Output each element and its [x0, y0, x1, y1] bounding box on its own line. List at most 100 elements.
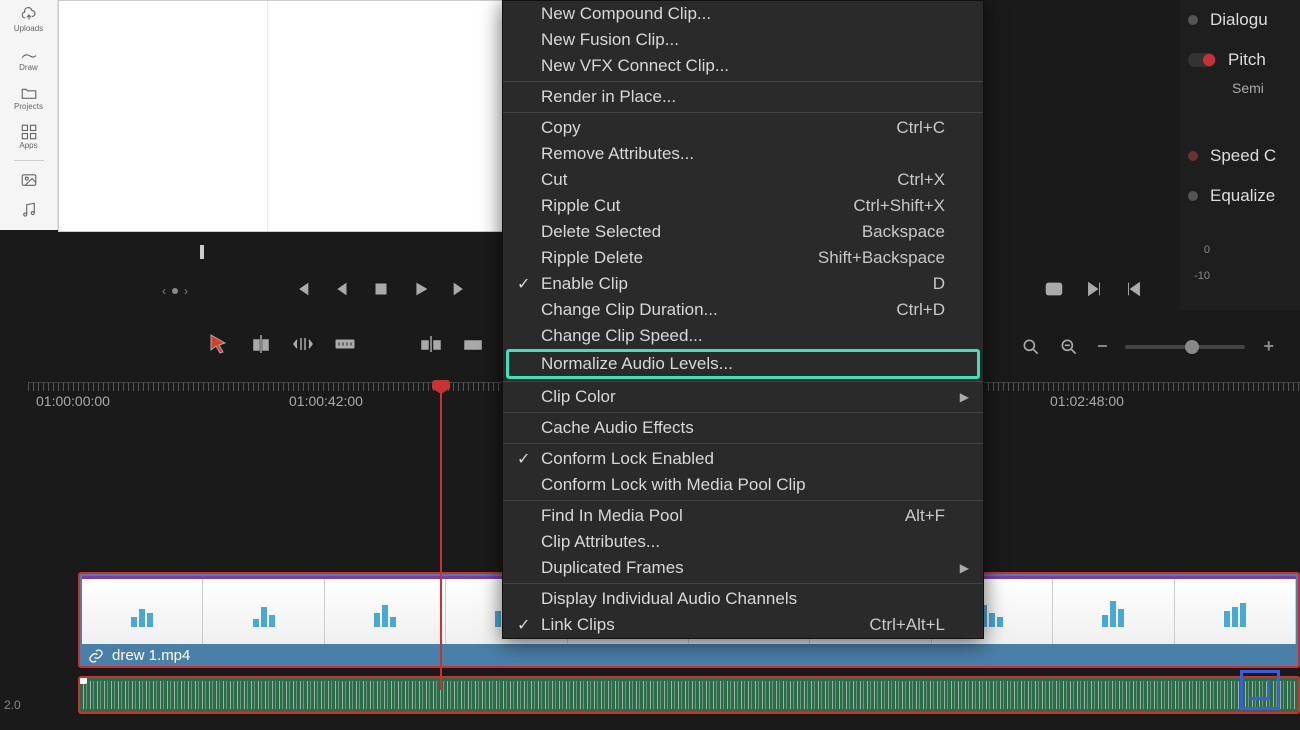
step-back-icon[interactable] — [330, 278, 352, 300]
zoom-out-button[interactable]: − — [1097, 336, 1108, 357]
insert-icon[interactable] — [417, 332, 445, 356]
menu-item-label: New Compound Clip... — [541, 4, 711, 24]
nav-prev[interactable]: ‹ — [162, 284, 166, 298]
menu-item-enable-clip[interactable]: ✓Enable ClipD — [503, 271, 983, 297]
selection-tool-icon[interactable] — [205, 332, 233, 356]
menu-item-ripple-cut[interactable]: Ripple Cut Ctrl+Shift+X — [503, 193, 983, 219]
toggle-switch[interactable] — [1188, 53, 1216, 67]
next-clip-icon[interactable] — [1083, 278, 1105, 300]
menu-separator — [503, 583, 983, 584]
menu-item-new-compound-clip[interactable]: New Compound Clip... — [503, 1, 983, 27]
menu-item-ripple-delete[interactable]: Ripple DeleteShift+Backspace — [503, 245, 983, 271]
sidebar-item-photos[interactable] — [0, 165, 57, 195]
menu-item-display-individual-audio-channels[interactable]: Display Individual Audio Channels — [503, 586, 983, 612]
zoom-slider[interactable] — [1125, 345, 1245, 349]
projects-icon — [20, 84, 38, 102]
menu-item-label: Remove Attributes... — [541, 144, 694, 164]
fullscreen-icon[interactable] — [1043, 278, 1065, 300]
overwrite-icon[interactable] — [459, 332, 487, 356]
timeline-toolbar — [205, 332, 487, 356]
nav-dot[interactable] — [172, 288, 178, 294]
stop-icon[interactable] — [370, 278, 392, 300]
menu-item-label: Link Clips — [541, 615, 615, 635]
audio-clip[interactable] — [78, 676, 1300, 714]
play-icon[interactable] — [410, 278, 432, 300]
menu-item-link-clips[interactable]: ✓Link ClipsCtrl+Alt+L — [503, 612, 983, 638]
menu-item-label: Change Clip Speed... — [541, 326, 703, 346]
menu-shortcut: Ctrl+C — [896, 118, 965, 138]
blade-tool-icon[interactable] — [247, 332, 275, 356]
menu-shortcut: Backspace — [862, 222, 965, 242]
menu-item-duplicated-frames[interactable]: Duplicated Frames ▶ — [503, 555, 983, 581]
uploads-icon — [20, 6, 38, 24]
menu-item-label: Cache Audio Effects — [541, 418, 694, 438]
menu-separator — [503, 381, 983, 382]
menu-item-label: Ripple Cut — [541, 196, 620, 216]
skip-forward-icon[interactable] — [450, 278, 472, 300]
inspector-item-dialogue[interactable]: Dialogu — [1188, 0, 1300, 40]
zoom-icon[interactable] — [1059, 337, 1079, 357]
prev-clip-icon[interactable] — [1123, 278, 1145, 300]
inspector-label: Speed C — [1210, 146, 1276, 166]
menu-item-clip-color[interactable]: Clip Color▶ — [503, 384, 983, 410]
menu-item-normalize-audio-levels[interactable]: Normalize Audio Levels... — [506, 349, 980, 379]
menu-item-change-clip-duration[interactable]: Change Clip Duration...Ctrl+D — [503, 297, 983, 323]
zoom-in-button[interactable]: + — [1263, 336, 1274, 357]
sidebar-label: Projects — [14, 102, 43, 111]
skip-back-icon[interactable] — [290, 278, 312, 300]
menu-item-copy[interactable]: Copy Ctrl+C — [503, 115, 983, 141]
sidebar-item-apps[interactable]: Apps — [0, 117, 57, 156]
search-icon[interactable] — [1021, 337, 1041, 357]
zoom-handle[interactable] — [1185, 340, 1199, 354]
ruler-label: 01:00:00:00 — [36, 393, 110, 409]
menu-item-label: Change Clip Duration... — [541, 300, 718, 320]
menu-item-label: Render in Place... — [541, 87, 676, 107]
menu-shortcut: Alt+F — [905, 506, 965, 526]
chevron-right-icon: ▶ — [960, 561, 969, 575]
menu-item-new-fusion-clip[interactable]: New Fusion Clip... — [503, 27, 983, 53]
inspector-item-pitch[interactable]: Pitch — [1188, 40, 1300, 80]
menu-shortcut: Ctrl+Alt+L — [869, 615, 965, 635]
sidebar-item-audio[interactable] — [0, 195, 57, 225]
sidebar-item-projects[interactable]: Projects — [0, 78, 57, 117]
app-logo-icon — [1240, 670, 1280, 710]
preview-panel — [58, 0, 503, 232]
menu-separator — [503, 443, 983, 444]
inspector-item-speed[interactable]: Speed C — [1188, 136, 1300, 176]
inspector-label: Pitch — [1228, 50, 1266, 70]
menu-separator — [503, 81, 983, 82]
sidebar-item-uploads[interactable]: Uploads — [0, 0, 57, 39]
menu-item-conform-lock-with-media-pool-clip[interactable]: Conform Lock with Media Pool Clip — [503, 472, 983, 498]
menu-item-find-in-media-pool[interactable]: Find In Media PoolAlt+F — [503, 503, 983, 529]
menu-item-cache-audio-effects[interactable]: Cache Audio Effects — [503, 415, 983, 441]
menu-item-change-clip-speed[interactable]: Change Clip Speed... — [503, 323, 983, 349]
menu-item-cut[interactable]: CutCtrl+X — [503, 167, 983, 193]
scrubber-handle[interactable] — [200, 245, 204, 259]
db-scale: 0 -10 — [1194, 244, 1210, 296]
menu-item-remove-attributes[interactable]: Remove Attributes... — [503, 141, 983, 167]
ruler-label: 01:00:42:00 — [289, 393, 363, 409]
clip-context-menu: New Compound Clip... New Fusion Clip...Ne… — [502, 0, 984, 639]
nav-next[interactable]: › — [184, 284, 188, 298]
menu-item-label: Enable Clip — [541, 274, 628, 294]
preview-scrubber[interactable] — [60, 245, 500, 257]
menu-item-label: Duplicated Frames — [541, 558, 684, 578]
check-icon: ✓ — [517, 274, 530, 294]
inspector-item-equalize[interactable]: Equalize — [1188, 176, 1300, 216]
menu-item-label: Clip Color — [541, 387, 616, 407]
playhead[interactable] — [440, 380, 442, 690]
menu-separator — [503, 112, 983, 113]
menu-item-clip-attributes[interactable]: Clip Attributes... — [503, 529, 983, 555]
apps-icon — [20, 123, 38, 141]
menu-item-label: Copy — [541, 118, 581, 138]
sidebar-item-draw[interactable]: Draw — [0, 39, 57, 78]
menu-item-delete-selected[interactable]: Delete SelectedBackspace — [503, 219, 983, 245]
menu-item-render-in-place[interactable]: Render in Place... — [503, 84, 983, 110]
check-icon: ✓ — [517, 449, 530, 469]
transport-controls — [290, 278, 472, 300]
menu-item-conform-lock-enabled[interactable]: ✓Conform Lock Enabled — [503, 446, 983, 472]
razor-icon[interactable] — [331, 332, 359, 356]
menu-shortcut: Ctrl+Shift+X — [853, 196, 965, 216]
menu-item-new-vfx-connect-clip[interactable]: New VFX Connect Clip... — [503, 53, 983, 79]
trim-tool-icon[interactable] — [289, 332, 317, 356]
